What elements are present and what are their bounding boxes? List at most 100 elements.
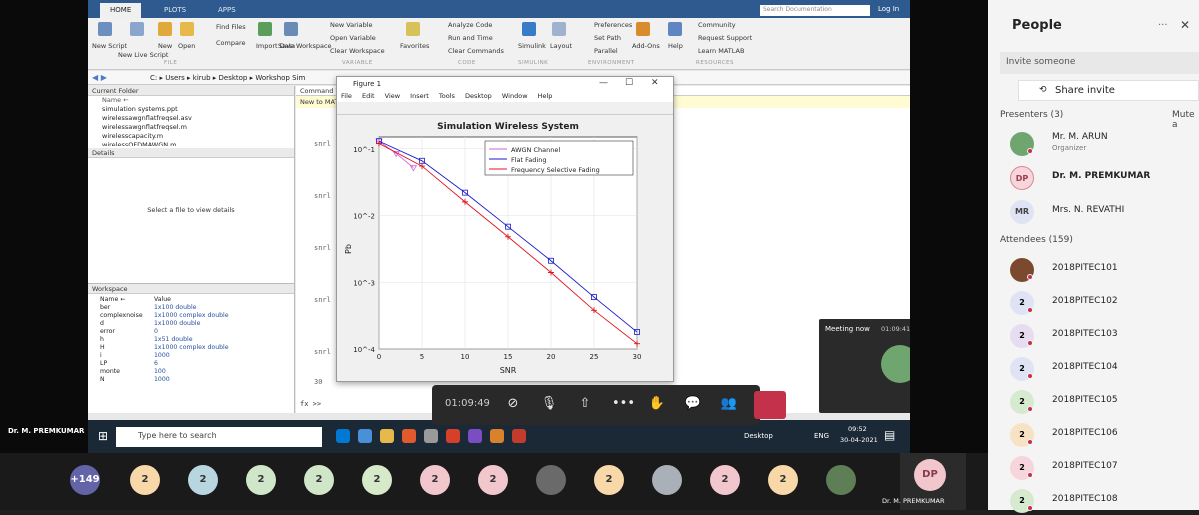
ribbon-clear-commands[interactable]: Clear Commands xyxy=(448,47,504,55)
workspace-row[interactable]: error 0 xyxy=(88,328,294,336)
file-item[interactable]: wirelesscapacity.m xyxy=(88,132,294,141)
workspace-row[interactable]: H 1x1000 complex double xyxy=(88,344,294,352)
workspace-row[interactable]: i 1000 xyxy=(88,352,294,360)
participant-avatar[interactable]: 2 xyxy=(594,465,624,495)
ribbon-community[interactable]: Community xyxy=(698,21,736,29)
menu-help[interactable]: Help xyxy=(538,92,553,100)
current-path[interactable]: C: ▸ Users ▸ kirub ▸ Desktop ▸ Workshop … xyxy=(150,74,305,82)
attendee-item[interactable]: 22018PITEC105🎙 xyxy=(1010,388,1199,416)
ribbon-simulink[interactable]: Simulink xyxy=(518,42,546,50)
help-icon[interactable] xyxy=(668,22,682,36)
participant-photo[interactable] xyxy=(536,465,566,495)
ribbon-parallel[interactable]: Parallel xyxy=(594,47,618,55)
taskbar-lang[interactable]: ENG xyxy=(814,432,829,440)
ws-col-value[interactable]: Value xyxy=(154,296,171,304)
explorer-icon[interactable] xyxy=(380,429,394,443)
close-panel-icon[interactable]: ✕ xyxy=(1180,18,1190,32)
maximize-icon[interactable]: ☐ xyxy=(625,78,633,88)
command-prompt[interactable]: fx >> xyxy=(300,400,321,408)
attendees-header[interactable]: Attendees (159) xyxy=(1000,235,1073,245)
tab-plots[interactable]: PLOTS xyxy=(154,3,196,18)
file-item[interactable]: wirelessawgnflatfreqsel.m xyxy=(88,123,294,132)
workspace-row[interactable]: h 1x51 double xyxy=(88,336,294,344)
login-link[interactable]: Log In xyxy=(878,5,899,13)
ribbon-new-script[interactable]: New Script xyxy=(92,42,127,50)
folder-name-column[interactable]: Name ← xyxy=(88,96,294,105)
taskbar-search[interactable]: Type here to search xyxy=(116,427,322,447)
more-icon[interactable]: ••• xyxy=(612,395,635,413)
new-live-script-icon[interactable] xyxy=(130,22,144,36)
taskbar-time[interactable]: 09:52 xyxy=(848,425,867,433)
ribbon-find-files[interactable]: Find Files xyxy=(216,23,246,31)
ribbon-save-workspace[interactable]: Save Workspace xyxy=(278,42,332,50)
participant-avatar[interactable]: 2 xyxy=(188,465,218,495)
notification-icon[interactable]: ▤ xyxy=(884,428,895,442)
save-workspace-icon[interactable] xyxy=(284,22,298,36)
ribbon-open[interactable]: Open xyxy=(178,42,195,50)
participants-icon[interactable]: 👥 xyxy=(720,395,738,413)
ribbon-new[interactable]: New xyxy=(158,42,172,50)
participant-avatar[interactable]: 2 xyxy=(362,465,392,495)
documentation-search[interactable]: Search Documentation xyxy=(760,5,870,16)
more-options-icon[interactable]: ··· xyxy=(1158,20,1168,31)
tab-apps[interactable]: APPS xyxy=(208,3,246,18)
mic-off-icon[interactable]: 🎙 xyxy=(540,395,558,413)
cortana-icon[interactable] xyxy=(336,429,350,443)
presenter-item[interactable]: Mr. M. ARUN Organizer 🎙 xyxy=(1010,130,1199,158)
windows-start-icon[interactable]: ⊞ xyxy=(98,429,108,443)
self-avatar[interactable]: DP xyxy=(914,459,946,491)
share-tray-icon[interactable]: ⇧ xyxy=(576,395,594,413)
ribbon-preferences[interactable]: Preferences xyxy=(594,21,632,29)
menu-view[interactable]: View xyxy=(385,92,400,100)
camera-off-icon[interactable]: ⊘ xyxy=(504,395,522,413)
workspace-row[interactable]: d 1x1000 double xyxy=(88,320,294,328)
import-data-icon[interactable] xyxy=(258,22,272,36)
workspace-row[interactable]: monte 100 xyxy=(88,368,294,376)
workspace-row[interactable]: LP 6 xyxy=(88,360,294,368)
ribbon-set-path[interactable]: Set Path xyxy=(594,34,621,42)
matlab-icon[interactable] xyxy=(490,429,504,443)
ribbon-compare[interactable]: Compare xyxy=(216,39,246,47)
participant-avatar[interactable]: 2 xyxy=(478,465,508,495)
taskbar-desktop-label[interactable]: Desktop xyxy=(744,432,773,440)
ribbon-favorites[interactable]: Favorites xyxy=(400,42,429,50)
ribbon-analyze-code[interactable]: Analyze Code xyxy=(448,21,492,29)
menu-desktop[interactable]: Desktop xyxy=(465,92,492,100)
menu-window[interactable]: Window xyxy=(502,92,528,100)
mute-all-link[interactable]: Mute a xyxy=(1172,110,1199,130)
share-invite-button[interactable]: ⟲ Share invite xyxy=(1018,80,1199,101)
menu-edit[interactable]: Edit xyxy=(362,92,375,100)
ribbon-clear-workspace[interactable]: Clear Workspace xyxy=(330,47,385,55)
close-icon[interactable]: ✕ xyxy=(651,78,659,88)
minimize-icon[interactable]: — xyxy=(599,78,608,88)
app-icon[interactable] xyxy=(468,429,482,443)
ribbon-run-and-time[interactable]: Run and Time xyxy=(448,34,493,42)
attendee-item[interactable]: 2018PITEC101🎙 xyxy=(1010,256,1199,284)
layout-icon[interactable] xyxy=(552,22,566,36)
ribbon-add-ons[interactable]: Add-Ons xyxy=(632,42,660,50)
figure-toolbar[interactable] xyxy=(337,102,673,115)
nav-arrows-icon[interactable]: ◀ ▶ xyxy=(92,73,107,82)
attendee-item[interactable]: 22018PITEC102🎙 xyxy=(1010,289,1199,317)
attendee-item[interactable]: 22018PITEC104🎙 xyxy=(1010,355,1199,383)
firefox-icon[interactable] xyxy=(402,429,416,443)
settings-icon[interactable] xyxy=(424,429,438,443)
add-ons-icon[interactable] xyxy=(636,22,650,36)
raise-hand-icon[interactable]: ✋ xyxy=(648,395,666,413)
hang-up-button[interactable] xyxy=(754,391,786,419)
attendee-item[interactable]: 22018PITEC108🎙 xyxy=(1010,487,1199,515)
ws-col-name[interactable]: Name ← xyxy=(88,296,154,304)
participant-photo[interactable] xyxy=(826,465,856,495)
participant-avatar[interactable]: 2 xyxy=(420,465,450,495)
participant-avatar[interactable]: 2 xyxy=(130,465,160,495)
chat-icon[interactable]: 💬 xyxy=(684,395,702,413)
participant-avatar[interactable]: 2 xyxy=(246,465,276,495)
presenter-item[interactable]: MR Mrs. N. REVATHI 🎙 xyxy=(1010,198,1199,226)
menu-insert[interactable]: Insert xyxy=(410,92,429,100)
file-item[interactable]: wirelessOFDMAWGN.m xyxy=(88,141,294,146)
chrome-icon[interactable] xyxy=(446,429,460,443)
file-item[interactable]: simulation systems.ppt xyxy=(88,105,294,114)
ribbon-request-support[interactable]: Request Support xyxy=(698,34,752,42)
tab-home[interactable]: HOME xyxy=(100,3,142,18)
presenters-header[interactable]: Presenters (3) xyxy=(1000,110,1063,120)
